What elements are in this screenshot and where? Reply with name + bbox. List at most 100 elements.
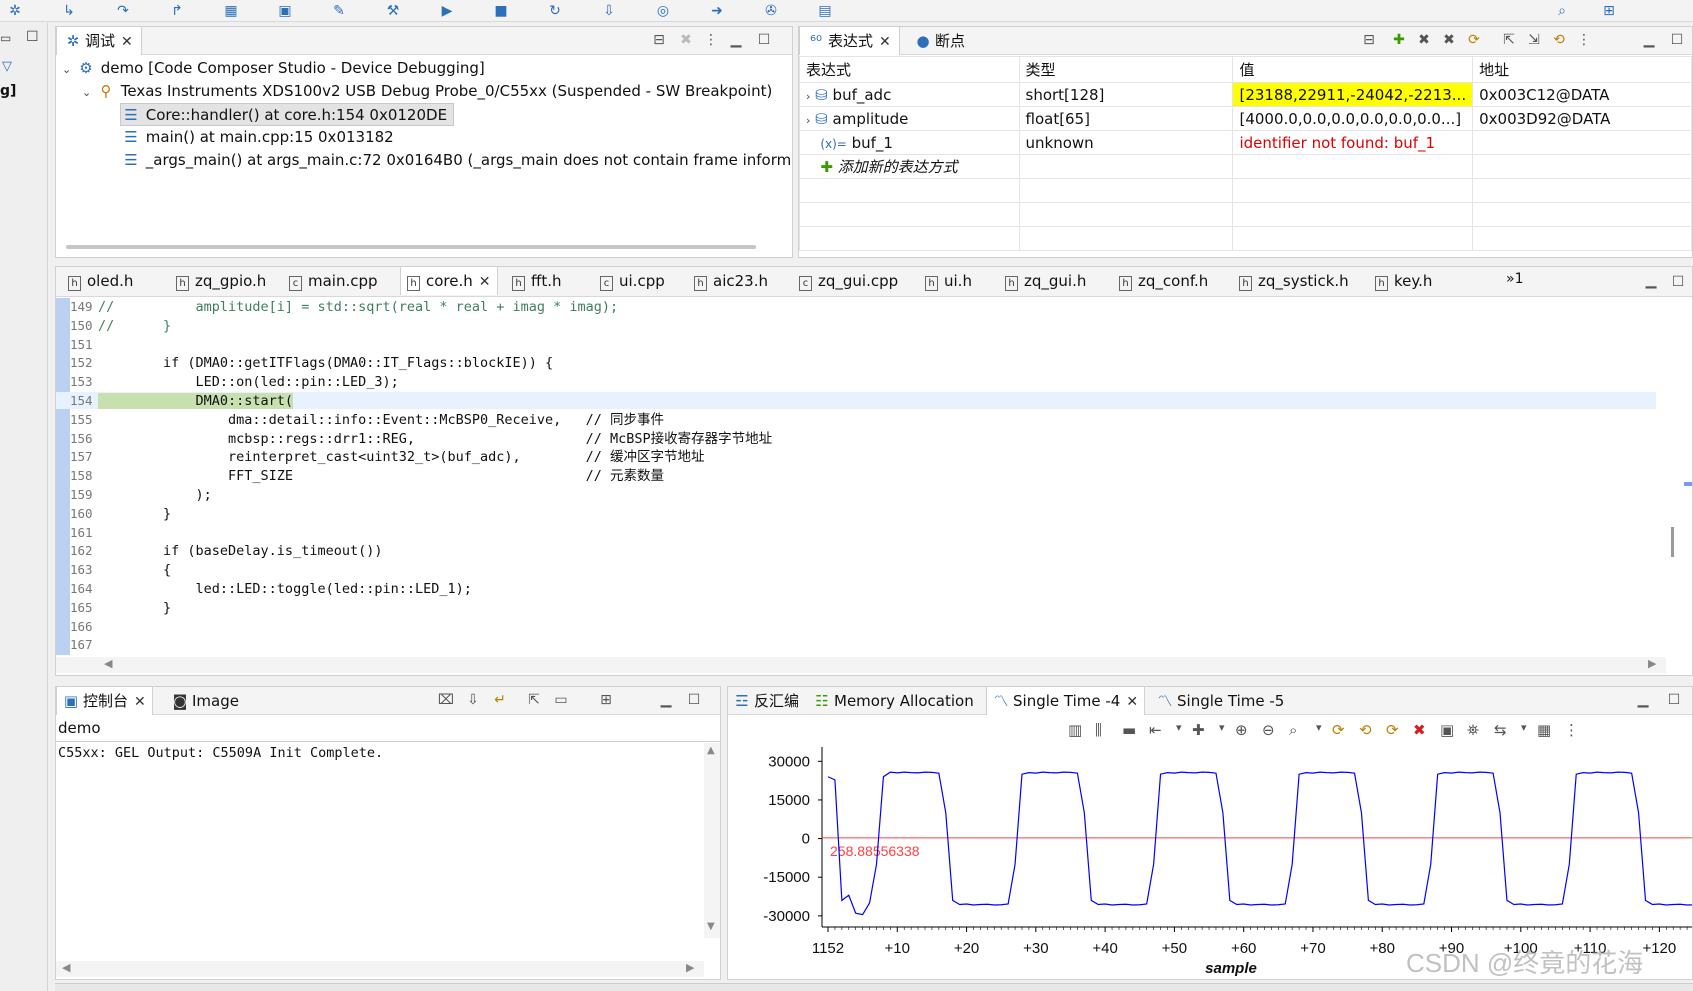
close-icon[interactable]: ✕ <box>121 34 133 50</box>
step-over-icon[interactable]: ↷ <box>114 2 132 20</box>
open-console-icon[interactable]: ⊞ <box>596 690 616 710</box>
code-line[interactable]: 157 reinterpret_cast<uint32_t>(buf_adc),… <box>56 448 1656 465</box>
column-header[interactable]: 表达式 <box>799 56 1020 83</box>
wrench-icon[interactable]: ✇ <box>762 2 780 20</box>
add-measurement-icon[interactable]: ✚ <box>1192 721 1205 739</box>
maximize-icon[interactable]: ☐ <box>1668 272 1688 292</box>
step-icon[interactable]: ⇤ <box>1149 721 1162 739</box>
code-line[interactable]: 150 // } <box>56 317 1656 334</box>
export-icon[interactable]: ⇲ <box>1524 30 1544 50</box>
tab-file-zq_gpio-h[interactable]: h zq_gpio.h <box>170 267 272 295</box>
debug-view-icon[interactable]: ▣ <box>276 2 294 20</box>
view-menu-icon[interactable]: ⋮ <box>1564 721 1579 739</box>
step-return-icon[interactable]: ↱ <box>168 2 186 20</box>
code-line[interactable]: 165 } <box>56 599 1656 616</box>
tab-single-time-4[interactable]: 〽 Single Time -4 ✕ <box>986 687 1146 715</box>
tab-file-core-h[interactable]: h core.h ✕ <box>400 267 498 295</box>
paint-icon[interactable]: ✎ <box>330 2 348 20</box>
tab-file-fft-h[interactable]: h fft.h <box>506 267 568 295</box>
import-icon[interactable]: ⇆ <box>1494 721 1507 739</box>
run-icon[interactable]: ▶ <box>438 2 456 20</box>
code-line[interactable]: 161 <box>56 524 1656 541</box>
code-line[interactable]: 164 led::LED::toggle(led::pin::LED_1); <box>56 580 1656 597</box>
tab-file-zq_systick-h[interactable]: h zq_systick.h <box>1233 267 1355 295</box>
minimize-icon[interactable]: ▁ <box>1641 271 1661 291</box>
minimize-icon[interactable]: ▁ <box>1633 690 1653 710</box>
tree-item-demo[interactable]: ⌄ ⚙ demo [Code Composer Studio - Device D… <box>62 57 485 80</box>
code-line[interactable]: 149 // amplitude[i] = std::sqrt(real * re… <box>56 298 1656 315</box>
terminal-icon[interactable]: ▤ <box>816 2 834 20</box>
scroll-lock-icon[interactable]: ⇩ <box>463 690 483 710</box>
maximize-icon[interactable]: ☐ <box>1664 690 1684 710</box>
tab-memory-allocation[interactable]: ☷ Memory Allocation <box>810 687 978 715</box>
pin-icon[interactable]: ⇱ <box>524 690 544 710</box>
chevron-down-icon[interactable]: ▾ <box>1176 721 1182 734</box>
remove-icon[interactable]: ✖ <box>1414 30 1434 50</box>
minimize-icon[interactable]: ▁ <box>656 690 676 710</box>
add-expression-row[interactable]: ✚ 添加新的表达方式 <box>799 154 1692 179</box>
table-row[interactable]: › ⛁ buf_adc short[128] [23188,22911,-240… <box>799 82 1692 107</box>
table-row[interactable]: (x)= buf_1 unknown identifier not found:… <box>799 130 1692 155</box>
layout-icon[interactable]: ▦ <box>1537 721 1551 739</box>
remove-all-icon[interactable]: ✖ <box>676 30 696 50</box>
maximize-icon[interactable]: ☐ <box>1667 30 1687 50</box>
code-line[interactable]: 166 <box>56 618 1656 635</box>
tab-file-zq_gui-cpp[interactable]: c zq_gui.cpp <box>793 267 904 295</box>
remove-icon[interactable]: ✖ <box>1413 721 1426 739</box>
zoom-out-icon[interactable]: ⊖ <box>1262 721 1275 739</box>
tab-debug[interactable]: ✲ 调试 ✕ <box>56 27 142 55</box>
perspective-icon[interactable]: ⊞ <box>1600 2 1618 20</box>
code-line[interactable]: 152 if (DMA0::getITFlags(DMA0::IT_Flags:… <box>56 354 1656 371</box>
tab-breakpoints[interactable]: ● 断点 <box>909 27 971 55</box>
auto-refresh-icon[interactable]: ⟳ <box>1386 721 1399 739</box>
view-menu-icon[interactable]: ⋮ <box>1574 30 1594 50</box>
arrow-icon[interactable]: ➜ <box>708 2 726 20</box>
restart-icon[interactable]: ↻ <box>546 2 564 20</box>
remove-all-icon[interactable]: ✖ <box>1439 30 1459 50</box>
code-line[interactable]: 155 dma::detail::info::Event::McBSP0_Rec… <box>56 411 1656 428</box>
tab-image[interactable]: ◙ Image <box>166 687 245 715</box>
load-icon[interactable]: ⇩ <box>600 2 618 20</box>
column-header[interactable]: 地址 <box>1472 56 1692 83</box>
tab-file-zq_conf-h[interactable]: h zq_conf.h <box>1113 267 1214 295</box>
collapse-all-icon[interactable]: ⊟ <box>649 30 669 50</box>
code-line[interactable]: 154 DMA0::start( <box>56 392 1656 410</box>
search-icon[interactable]: ⌕ <box>1553 2 1571 20</box>
continuous-refresh-icon[interactable]: ⟲ <box>1549 30 1569 50</box>
column-header[interactable]: 类型 <box>1018 56 1234 83</box>
collapse-all-icon[interactable]: ⊟ <box>1359 30 1379 50</box>
grid-icon[interactable]: ▦ <box>222 2 240 20</box>
column-header[interactable]: 值 <box>1232 56 1474 83</box>
tab-file-ui-cpp[interactable]: c ui.cpp <box>594 267 671 295</box>
overview-ruler-mark[interactable] <box>1684 482 1692 486</box>
tree-item-frame-1[interactable]: ☰ main() at main.cpp:15 0x013182 <box>121 126 393 149</box>
code-line[interactable]: 163 { <box>56 561 1656 578</box>
refresh-icon[interactable]: ⟳ <box>1464 30 1484 50</box>
vertical-scrollbar[interactable]: ▲ ▼ <box>704 743 720 938</box>
add-expression-label[interactable]: 添加新的表达方式 <box>838 158 958 176</box>
refresh-icon[interactable]: ⟳ <box>1332 721 1345 739</box>
maximize-icon[interactable]: ☐ <box>684 690 704 710</box>
filter-icon[interactable]: ▽ <box>2 59 12 74</box>
chevron-right-icon[interactable]: › <box>806 114 810 127</box>
maximize-icon[interactable]: ☐ <box>754 30 774 50</box>
ring-icon[interactable]: ◎ <box>654 2 672 20</box>
chevron-down-icon[interactable]: ▾ <box>1316 721 1322 734</box>
clear-console-icon[interactable]: ⌧ <box>436 690 456 710</box>
expr-value[interactable]: identifier not found: buf_1 <box>1232 130 1474 155</box>
build-icon[interactable]: ⚒ <box>384 2 402 20</box>
tab-file-ui-h[interactable]: h ui.h <box>919 267 978 295</box>
code-line[interactable]: 162 if (baseDelay.is_timeout()) <box>56 542 1656 559</box>
tab-expressions[interactable]: ⁶⁰ 表达式 ✕ <box>799 27 900 55</box>
tree-item-frame-0[interactable]: ☰ Core::handler() at core.h:154 0x0120DE <box>120 103 455 126</box>
bug-icon[interactable]: ✲ <box>6 2 24 20</box>
chevron-down-icon[interactable]: ⌄ <box>82 81 96 104</box>
zoom-fit-icon[interactable]: ⌕ <box>1289 721 1297 739</box>
add-icon[interactable]: ✚ <box>1389 30 1409 50</box>
expr-value[interactable]: [4000.0,0.0,0.0,0.0,0.0,0.0...] <box>1232 106 1474 131</box>
tab-file-zq_gui-h[interactable]: h zq_gui.h <box>999 267 1092 295</box>
align-icon[interactable]: ⫼ <box>1095 721 1102 739</box>
code-line[interactable]: 160 } <box>56 505 1656 522</box>
horizontal-scrollbar[interactable]: ◀ ▶ <box>56 657 1666 673</box>
chevron-down-icon[interactable]: ▾ <box>1521 721 1527 734</box>
